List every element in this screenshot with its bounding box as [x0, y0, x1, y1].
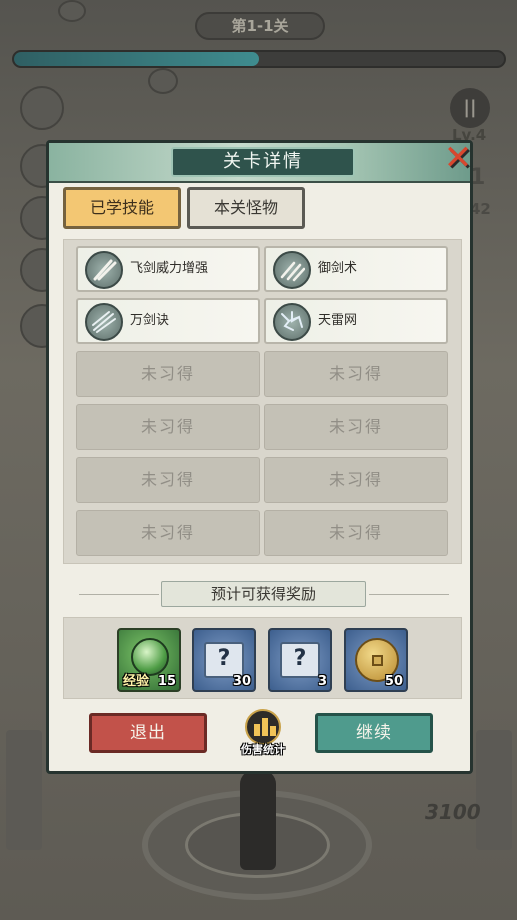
skill-slot[interactable]: 御剑术 — [264, 246, 448, 292]
skill-name: 飞剑威力增强 — [130, 261, 209, 276]
mystery-scroll-icon: ? — [280, 642, 320, 678]
tab-learned-skills[interactable]: 已学技能 — [63, 187, 181, 229]
skill-slot[interactable]: 万剑诀 — [76, 298, 260, 344]
score-counter: 3100 — [425, 800, 481, 824]
reward-count: 50 — [384, 674, 403, 689]
divider — [369, 594, 449, 595]
dialog-title: 关卡详情 — [171, 147, 355, 177]
reward-item[interactable]: 经验 15 — [117, 628, 181, 692]
skill-slot[interactable]: 天雷网 — [264, 298, 448, 344]
empty-skill-slot: 未习得 — [264, 457, 448, 503]
reward-label: 经验 — [123, 674, 150, 689]
exit-button[interactable]: 退出 — [89, 713, 207, 753]
side-value: 42 — [470, 200, 491, 218]
reward-list: 经验 15 ? 30 ? 3 50 — [63, 617, 462, 699]
skills-grid: 飞剑威力增强 御剑术 万剑诀 天雷网 未习得 未习得 未习得 未习得 未习得 未… — [63, 239, 462, 564]
bar-chart-icon — [245, 709, 281, 745]
empty-skill-slot: 未习得 — [76, 457, 260, 503]
reward-count: 30 — [232, 674, 251, 689]
empty-skill-slot: 未习得 — [76, 404, 260, 450]
reward-item[interactable]: 50 — [344, 628, 408, 692]
reward-item[interactable]: ? 30 — [192, 628, 256, 692]
empty-skill-slot: 未习得 — [264, 351, 448, 397]
skill-name: 天雷网 — [318, 313, 358, 328]
damage-stats-label: 伤害统计 — [241, 743, 285, 756]
skill-name: 御剑术 — [318, 261, 358, 276]
pause-icon[interactable]: || — [450, 88, 490, 128]
scene-creature — [58, 0, 86, 22]
empty-skill-slot: 未习得 — [264, 404, 448, 450]
reward-item[interactable]: ? 3 — [268, 628, 332, 692]
reward-count: 3 — [317, 674, 327, 689]
stone-pillar — [476, 730, 512, 850]
tab-stage-monsters[interactable]: 本关怪物 — [187, 187, 305, 229]
divider — [79, 594, 159, 595]
myriad-swords-icon — [85, 303, 123, 341]
empty-skill-slot: 未习得 — [76, 351, 260, 397]
skill-slot-icon[interactable] — [20, 86, 64, 130]
stage-label: 第1-1关 — [195, 12, 325, 40]
continue-button[interactable]: 继续 — [315, 713, 433, 753]
stone-pillar — [6, 730, 42, 850]
stage-progress-fill — [14, 52, 259, 66]
reward-count: 15 — [157, 674, 176, 689]
dialog-header: 关卡详情 ✕ — [49, 141, 472, 183]
player-character — [240, 770, 276, 870]
stage-details-dialog: 关卡详情 ✕ 已学技能 本关怪物 飞剑威力增强 御剑术 万剑诀 天雷网 未习得 … — [46, 140, 473, 774]
close-x-icon[interactable]: ✕ — [440, 141, 476, 177]
thunder-net-icon — [273, 303, 311, 341]
mystery-scroll-icon: ? — [204, 642, 244, 678]
skill-name: 万剑诀 — [130, 313, 170, 328]
sword-control-icon — [273, 251, 311, 289]
skill-slot[interactable]: 飞剑威力增强 — [76, 246, 260, 292]
empty-skill-slot: 未习得 — [264, 510, 448, 556]
scene-creature — [148, 68, 178, 94]
empty-skill-slot: 未习得 — [76, 510, 260, 556]
reward-title: 预计可获得奖励 — [161, 581, 366, 607]
stage-progress-bar — [12, 50, 506, 68]
damage-stats-button[interactable]: 伤害统计 — [235, 709, 291, 761]
flying-sword-icon — [85, 251, 123, 289]
